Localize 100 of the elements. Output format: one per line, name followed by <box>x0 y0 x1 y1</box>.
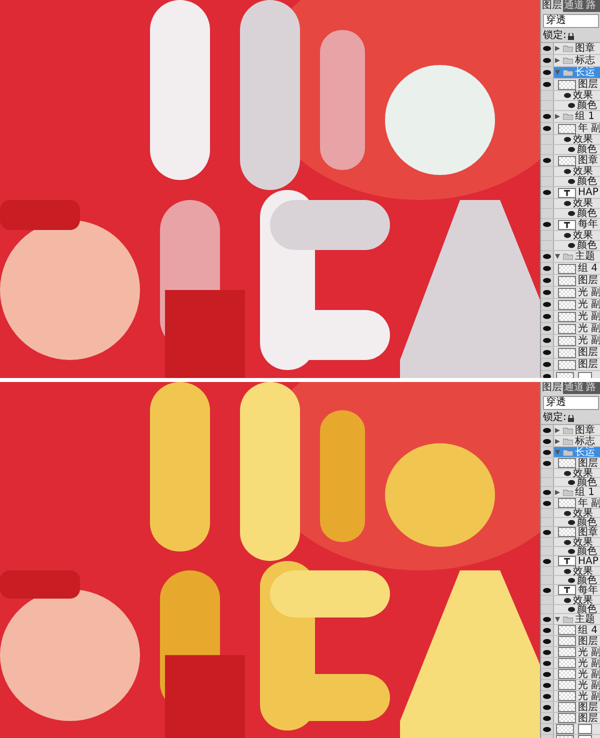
effect-name: 颜色 <box>577 240 597 251</box>
layer-row[interactable]: 颜色 <box>541 547 600 556</box>
layer-name: 光 副 <box>578 299 600 310</box>
layer-name: 长运 <box>575 446 595 458</box>
disclosure-triangle-icon[interactable] <box>555 490 560 494</box>
layer-row[interactable]: 光 副 <box>541 680 600 691</box>
layer-row[interactable]: 颜色 <box>541 478 600 487</box>
layer-name: 组 4 <box>578 263 598 274</box>
layer-row[interactable]: 光 副 <box>541 669 600 680</box>
layer-row[interactable]: 标志 <box>541 55 600 67</box>
layer-row[interactable]: 图层 <box>541 702 600 713</box>
layer-row[interactable]: 图章 <box>541 43 600 55</box>
layer-row[interactable]: 光 副 <box>541 647 600 658</box>
layer-row[interactable]: 图章 <box>541 425 600 436</box>
effects-label: 效果 <box>573 90 593 101</box>
layer-row[interactable]: 年 副 <box>541 498 600 509</box>
layer-row[interactable]: 图层 <box>541 636 600 647</box>
layer-thumbnail <box>558 300 576 310</box>
layer-row[interactable]: 图层 <box>541 713 600 724</box>
layer-row[interactable]: HAP <box>541 187 600 199</box>
layer-row[interactable]: 效果 <box>541 135 600 145</box>
effect-name: 颜色 <box>577 476 597 488</box>
eye-icon[interactable] <box>543 558 551 564</box>
layer-row[interactable]: 光 副 <box>541 287 600 299</box>
disclosure-triangle-icon[interactable] <box>555 46 560 51</box>
layer-row[interactable]: 效果 <box>541 231 600 241</box>
layer-thumbnail <box>558 713 576 723</box>
layer-name: 图层 <box>578 275 598 286</box>
layer-row[interactable]: 光 副 <box>541 335 600 347</box>
layer-thumbnail <box>558 669 576 679</box>
eye-icon[interactable] <box>543 158 551 163</box>
layer-row[interactable]: 效果 <box>541 199 600 209</box>
layer-name: 光 副 <box>578 335 600 346</box>
layer-row[interactable]: 效果 <box>541 509 600 518</box>
layer-row[interactable]: 颜色 <box>541 518 600 527</box>
layer-row[interactable]: 组 4 <box>541 263 600 275</box>
layer-row[interactable]: 效果 <box>541 91 600 101</box>
layer-row[interactable]: 光 副 <box>541 299 600 311</box>
layer-row[interactable]: 光 副 <box>541 311 600 323</box>
blend-mode-dropdown[interactable]: 穿透 <box>543 396 599 410</box>
layer-row[interactable]: 颜色 <box>541 209 600 219</box>
panel-tab[interactable]: 通道 <box>563 382 585 394</box>
layer-name: 年 副 <box>578 498 600 508</box>
layer-row[interactable]: 图章 <box>541 527 600 538</box>
eye-icon[interactable] <box>543 190 551 195</box>
layer-row[interactable]: 光 副 <box>541 323 600 335</box>
layer-thumbnail <box>558 691 576 701</box>
layer-row[interactable]: 效果 <box>541 167 600 177</box>
layer-row[interactable]: 组 4 <box>541 625 600 636</box>
eye-icon[interactable] <box>543 222 551 227</box>
eye-icon[interactable] <box>543 588 551 592</box>
panel-tab[interactable]: 路 <box>585 382 597 394</box>
panel-tab[interactable]: 图层 <box>541 0 563 12</box>
blend-mode-dropdown[interactable]: 穿透 <box>543 14 599 28</box>
panel-tab[interactable]: 图层 <box>541 382 563 394</box>
layer-row[interactable]: 颜色 <box>541 177 600 187</box>
layer-row[interactable]: 标志 <box>541 436 600 447</box>
layer-row[interactable]: 光 副 <box>541 691 600 702</box>
disclosure-triangle-icon[interactable] <box>555 438 560 444</box>
lock-icon[interactable] <box>568 32 574 40</box>
layer-row[interactable]: 图层 <box>541 79 600 91</box>
disclosure-triangle-icon[interactable] <box>555 58 560 63</box>
layer-row[interactable]: 颜色 <box>541 101 600 111</box>
disclosure-triangle-icon[interactable] <box>555 428 560 432</box>
layer-row[interactable]: 图章 <box>541 155 600 167</box>
lock-icon[interactable] <box>568 414 574 422</box>
folder-icon <box>563 253 573 260</box>
disclosure-triangle-icon[interactable] <box>555 254 560 259</box>
eye-icon[interactable] <box>543 530 551 534</box>
panel-tab[interactable]: 路 <box>585 0 597 12</box>
layer-row[interactable]: 颜色 <box>541 605 600 614</box>
layer-name: 图层 <box>578 636 598 646</box>
layer-name: 图层 <box>578 359 598 370</box>
layer-row[interactable]: 效果 <box>541 469 600 478</box>
layer-row[interactable]: 组 1 <box>541 111 600 123</box>
layer-row[interactable]: 每年 <box>541 219 600 231</box>
layer-row[interactable]: 效果 <box>541 567 600 576</box>
layer-row[interactable]: 颜色 <box>541 241 600 251</box>
layer-row[interactable]: 图层 <box>541 458 600 469</box>
layer-row[interactable] <box>541 724 600 735</box>
disclosure-triangle-icon[interactable] <box>555 616 560 622</box>
layer-row[interactable]: 颜色 <box>541 145 600 155</box>
layer-row[interactable]: 效果 <box>541 538 600 547</box>
panel-tab[interactable]: 通道 <box>563 0 585 12</box>
layer-row[interactable]: 组 1 <box>541 487 600 498</box>
layer-row[interactable]: 图层 <box>541 275 600 287</box>
layer-row[interactable]: HAP <box>541 556 600 567</box>
layer-thumbnail <box>558 636 576 646</box>
layer-row[interactable]: 年 副 <box>541 123 600 135</box>
layer-name: 每年 <box>578 584 598 596</box>
layer-row[interactable]: 光 副 <box>541 658 600 669</box>
layer-row[interactable]: 图层 <box>541 347 600 359</box>
layer-row[interactable]: 主题 <box>541 614 600 625</box>
layer-row[interactable]: 主题 <box>541 251 600 263</box>
layer-thumbnail <box>558 276 576 286</box>
layer-row[interactable]: 颜色 <box>541 576 600 585</box>
layer-row[interactable]: 效果 <box>541 596 600 605</box>
layer-row[interactable]: 图层 <box>541 359 600 371</box>
layer-row[interactable]: 每年 <box>541 585 600 596</box>
disclosure-triangle-icon[interactable] <box>555 114 560 119</box>
